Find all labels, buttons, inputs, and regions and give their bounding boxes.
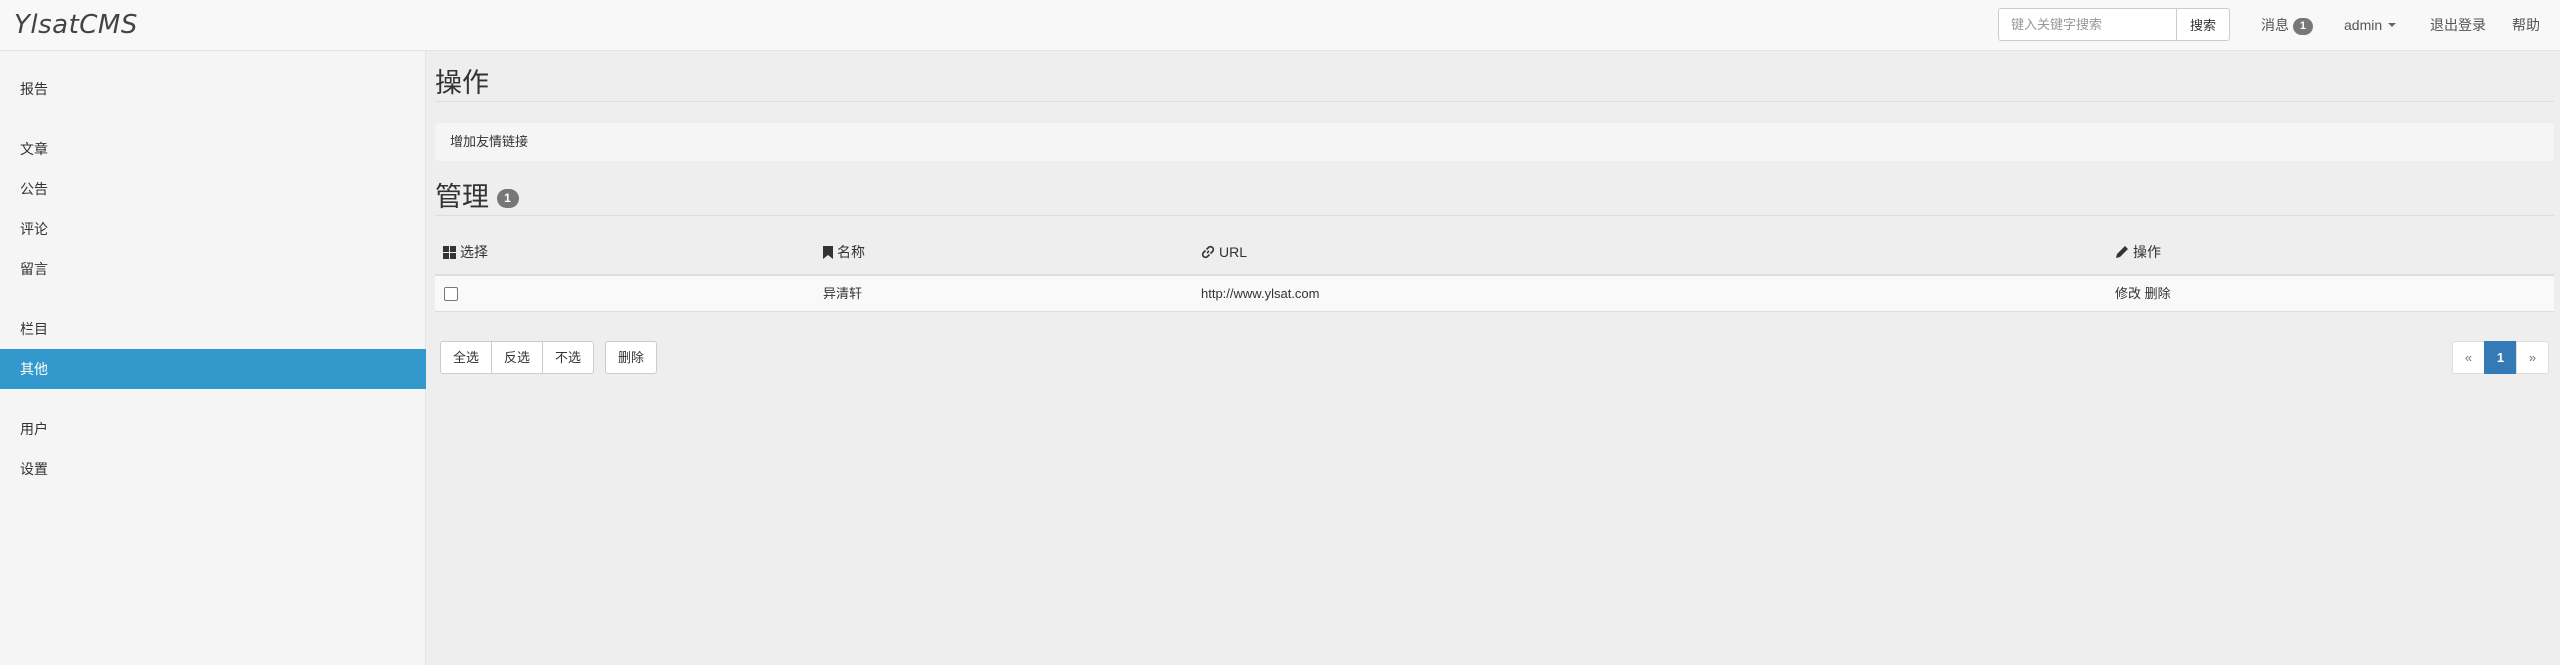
column-header-operations: 操作: [2115, 241, 2161, 263]
search-form: 搜索: [1998, 8, 2230, 41]
manage-title-text: 管理: [435, 182, 489, 212]
edit-link[interactable]: 修改: [2115, 286, 2141, 301]
select-none-button[interactable]: 不选: [542, 341, 595, 374]
sidebar-item-users[interactable]: 用户: [0, 409, 426, 449]
messages-badge: 1: [2292, 18, 2313, 35]
sidebar-item-articles[interactable]: 文章: [0, 129, 426, 169]
operations-title: 操作: [435, 68, 489, 98]
pagination: « 1 »: [2452, 341, 2549, 374]
operations-well: 增加友情链接: [435, 123, 2554, 161]
main-content: 操作 增加友情链接 管理 1 选择 名称 URL 操作 异清轩 http://w…: [427, 51, 2560, 665]
row-checkbox[interactable]: [444, 287, 458, 301]
sidebar-item-comments[interactable]: 评论: [0, 209, 426, 249]
search-button[interactable]: 搜索: [2176, 8, 2230, 41]
search-input[interactable]: [1998, 8, 2176, 41]
column-header-url: URL: [1201, 241, 1247, 263]
divider: [435, 215, 2554, 216]
messages-label: 消息: [2261, 17, 2289, 33]
logout-link[interactable]: 退出登录: [2430, 0, 2486, 51]
th-large-icon: [443, 245, 456, 259]
brand-logo[interactable]: YlsatCMS: [14, 8, 138, 42]
invert-selection-button[interactable]: 反选: [491, 341, 544, 374]
sidebar-item-settings[interactable]: 设置: [0, 449, 426, 489]
row-operations: 修改 删除: [2115, 276, 2171, 312]
bulk-delete-button[interactable]: 删除: [605, 341, 658, 374]
column-header-url-label: URL: [1219, 244, 1248, 260]
divider: [435, 101, 2554, 102]
row-url: http://www.ylsat.com: [1201, 286, 1320, 301]
bookmark-icon: [823, 245, 833, 259]
select-all-button[interactable]: 全选: [440, 341, 493, 374]
user-name: admin: [2344, 17, 2383, 33]
caret-down-icon: [2388, 23, 2397, 27]
sidebar-item-report[interactable]: 报告: [0, 69, 426, 109]
column-header-name-label: 名称: [837, 244, 865, 260]
user-menu[interactable]: admin: [2344, 0, 2397, 51]
column-header-operations-label: 操作: [2133, 244, 2161, 260]
page-prev-button[interactable]: «: [2452, 341, 2485, 374]
manage-count-badge: 1: [496, 189, 519, 208]
manage-title: 管理 1: [435, 175, 519, 214]
selection-button-group: 全选 反选 不选: [440, 341, 595, 374]
row-name: 异清轩: [823, 286, 863, 301]
column-header-name: 名称: [823, 241, 865, 263]
messages-link[interactable]: 消息 1: [2261, 0, 2313, 51]
link-icon: [1201, 245, 1215, 259]
page-current-button[interactable]: 1: [2484, 341, 2517, 374]
sidebar-item-other[interactable]: 其他: [0, 349, 426, 389]
sidebar-item-notices[interactable]: 公告: [0, 169, 426, 209]
help-link[interactable]: 帮助: [2512, 0, 2540, 51]
column-header-select-label: 选择: [460, 244, 488, 260]
table-row: 异清轩 http://www.ylsat.com 修改 删除: [435, 276, 2554, 312]
sidebar-item-messages[interactable]: 留言: [0, 249, 426, 289]
top-navbar: YlsatCMS 搜索 消息 1 admin 退出登录 帮助: [0, 0, 2560, 51]
sidebar-item-columns[interactable]: 栏目: [0, 309, 426, 349]
delete-link[interactable]: 删除: [2145, 286, 2171, 301]
sidebar: 报告 文章 公告 评论 留言 栏目 其他 用户 设置: [0, 51, 426, 665]
add-friend-link-button[interactable]: 增加友情链接: [450, 123, 528, 161]
pencil-icon: [2116, 246, 2128, 258]
column-header-select: 选择: [443, 241, 488, 263]
page-next-button[interactable]: »: [2516, 341, 2549, 374]
